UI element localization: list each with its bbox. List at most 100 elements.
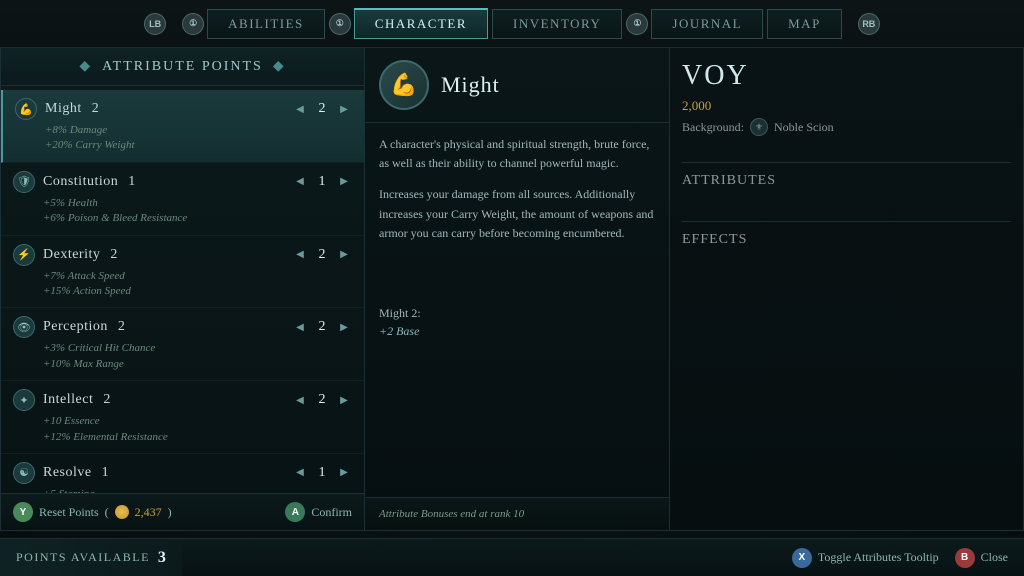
character-nav-wrap[interactable]: ① CHARACTER xyxy=(329,8,488,39)
attribute-bonuses-footer-text: Attribute Bonuses end at rank 10 xyxy=(379,508,655,520)
might-bonus-2: +20% Carry Weight xyxy=(45,138,352,153)
divider-1 xyxy=(682,162,1011,163)
resolve-attribute-item[interactable]: ☯ Resolve 1 ◀ 1 ▶ +5 Stamina +8% Second … xyxy=(1,454,364,493)
abilities-nav-wrap[interactable]: ① ABILITIES xyxy=(182,9,325,39)
dexterity-icon: ⚡ xyxy=(13,244,35,266)
character-tab[interactable]: CHARACTER xyxy=(354,8,488,39)
might-bonuses: +8% Damage +20% Carry Weight xyxy=(45,123,352,154)
might-decrease-button[interactable]: ◀ xyxy=(292,101,308,117)
toggle-attributes-label: Toggle Attributes Tooltip xyxy=(818,550,939,565)
character-gold: 2,000 xyxy=(682,98,1011,114)
constitution-attribute-item[interactable]: 🛡 Constitution 1 ◀ 1 ▶ +5% Health +6% Po… xyxy=(1,163,364,236)
gold-amount: 2,437 xyxy=(135,505,162,520)
perception-bonuses: +3% Critical Hit Chance +10% Max Range xyxy=(43,341,352,372)
rank-title: Might 2: xyxy=(379,306,655,321)
attributes-list: 💪 Might 2 ◀ 2 ▶ +8% Damage +20% Carry We… xyxy=(1,86,364,493)
might-attribute-item[interactable]: 💪 Might 2 ◀ 2 ▶ +8% Damage +20% Carry We… xyxy=(1,90,364,163)
inventory-tab[interactable]: INVENTORY xyxy=(492,9,622,39)
constitution-bonus-1: +5% Health xyxy=(43,196,352,211)
might-increase-button[interactable]: ▶ xyxy=(336,101,352,117)
gold-coin-icon xyxy=(115,505,129,519)
intellect-increase-button[interactable]: ▶ xyxy=(336,392,352,408)
attributes-section: Attributes xyxy=(682,173,1011,197)
top-navigation: LB ① ABILITIES ① CHARACTER INVENTORY ① J… xyxy=(0,0,1024,48)
ability-desc-paragraph-1: A character's physical and spiritual str… xyxy=(379,135,655,173)
constitution-increase-button[interactable]: ▶ xyxy=(336,174,352,190)
journal-nav-wrap[interactable]: ① JOURNAL xyxy=(626,9,763,39)
perception-increase-button[interactable]: ▶ xyxy=(336,319,352,335)
toggle-attributes-tooltip-button[interactable]: X Toggle Attributes Tooltip xyxy=(792,548,939,568)
dexterity-bonuses: +7% Attack Speed +15% Action Speed xyxy=(43,269,352,300)
points-available-value: 3 xyxy=(158,549,166,567)
ability-desc-paragraph-2: Increases your damage from all sources. … xyxy=(379,185,655,243)
y-button-icon: Y xyxy=(13,502,33,522)
intellect-level: 2 xyxy=(103,392,111,408)
confirm-button[interactable]: A Confirm xyxy=(285,502,352,522)
dexterity-attribute-item[interactable]: ⚡ Dexterity 2 ◀ 2 ▶ +7% Attack Speed +15… xyxy=(1,236,364,309)
constitution-bonuses: +5% Health +6% Poison & Bleed Resistance xyxy=(43,196,352,227)
journal-tab[interactable]: JOURNAL xyxy=(651,9,763,39)
effects-section: Effects xyxy=(682,232,1011,256)
dexterity-level: 2 xyxy=(110,247,118,263)
perception-value: 2 xyxy=(314,319,330,335)
resolve-icon: ☯ xyxy=(13,462,35,484)
intellect-bonus-2: +12% Elemental Resistance xyxy=(43,430,352,445)
might-name-section: 💪 Might 2 xyxy=(15,98,99,120)
constitution-level: 1 xyxy=(128,174,136,190)
gold-amount-parenthesis-close: ) xyxy=(168,505,172,520)
attributes-section-title: Attributes xyxy=(682,173,1011,189)
dexterity-controls: ◀ 2 ▶ xyxy=(292,247,352,263)
attribute-points-header: Attribute Points xyxy=(1,48,364,86)
background-icon: ⚜ xyxy=(750,118,768,136)
status-bar-actions: X Toggle Attributes Tooltip B Close xyxy=(776,548,1024,568)
resolve-decrease-button[interactable]: ◀ xyxy=(292,465,308,481)
dexterity-increase-button[interactable]: ▶ xyxy=(336,247,352,263)
intellect-decrease-button[interactable]: ◀ xyxy=(292,392,308,408)
dexterity-name-section: ⚡ Dexterity 2 xyxy=(13,244,118,266)
resolve-name-section: ☯ Resolve 1 xyxy=(13,462,109,484)
a-button-icon: A xyxy=(285,502,305,522)
character-icon: ① xyxy=(329,13,351,35)
journal-icon: ① xyxy=(626,13,648,35)
lb-button: LB xyxy=(144,13,166,35)
might-controls: ◀ 2 ▶ xyxy=(292,101,352,117)
might-ability-icon: 💪 xyxy=(379,60,429,110)
intellect-icon: ✦ xyxy=(13,389,35,411)
perception-icon: 👁 xyxy=(13,316,35,338)
perception-attribute-item[interactable]: 👁 Perception 2 ◀ 2 ▶ +3% Critical Hit Ch… xyxy=(1,308,364,381)
dexterity-bonus-1: +7% Attack Speed xyxy=(43,269,352,284)
dexterity-decrease-button[interactable]: ◀ xyxy=(292,247,308,263)
might-icon: 💪 xyxy=(15,98,37,120)
resolve-level: 1 xyxy=(102,465,110,481)
resolve-increase-button[interactable]: ▶ xyxy=(336,465,352,481)
constitution-label: Constitution xyxy=(43,174,118,190)
intellect-label: Intellect xyxy=(43,392,93,408)
constitution-name-section: 🛡 Constitution 1 xyxy=(13,171,136,193)
gold-amount-parenthesis-open: ( xyxy=(105,505,109,520)
intellect-attribute-item[interactable]: ✦ Intellect 2 ◀ 2 ▶ +10 Essence +12% Ele… xyxy=(1,381,364,454)
constitution-controls: ◀ 1 ▶ xyxy=(292,174,352,190)
intellect-value: 2 xyxy=(314,392,330,408)
perception-name-section: 👁 Perception 2 xyxy=(13,316,125,338)
perception-level: 2 xyxy=(118,319,126,335)
background-label: Background: xyxy=(682,120,744,135)
character-name: VOY xyxy=(682,60,1011,92)
perception-bonus-2: +10% Max Range xyxy=(43,357,352,372)
points-available-section: POINTS AVAILABLE 3 xyxy=(0,539,182,576)
perception-bonus-1: +3% Critical Hit Chance xyxy=(43,341,352,356)
abilities-tab[interactable]: ABILITIES xyxy=(207,9,325,39)
lb-button-wrap: LB xyxy=(144,13,166,35)
x-button-icon: X xyxy=(792,548,812,568)
ability-description-panel: 💪 Might A character's physical and spiri… xyxy=(365,48,670,531)
ability-title: Might xyxy=(441,72,500,98)
perception-controls: ◀ 2 ▶ xyxy=(292,319,352,335)
rb-button: RB xyxy=(858,13,880,35)
reset-points-button[interactable]: Y Reset Points ( 2,437 ) xyxy=(13,502,172,522)
constitution-icon: 🛡 xyxy=(13,171,35,193)
perception-decrease-button[interactable]: ◀ xyxy=(292,319,308,335)
constitution-decrease-button[interactable]: ◀ xyxy=(292,174,308,190)
divider-2 xyxy=(682,221,1011,222)
close-button[interactable]: B Close xyxy=(955,548,1008,568)
map-tab[interactable]: MAP xyxy=(767,9,842,39)
resolve-label: Resolve xyxy=(43,465,92,481)
